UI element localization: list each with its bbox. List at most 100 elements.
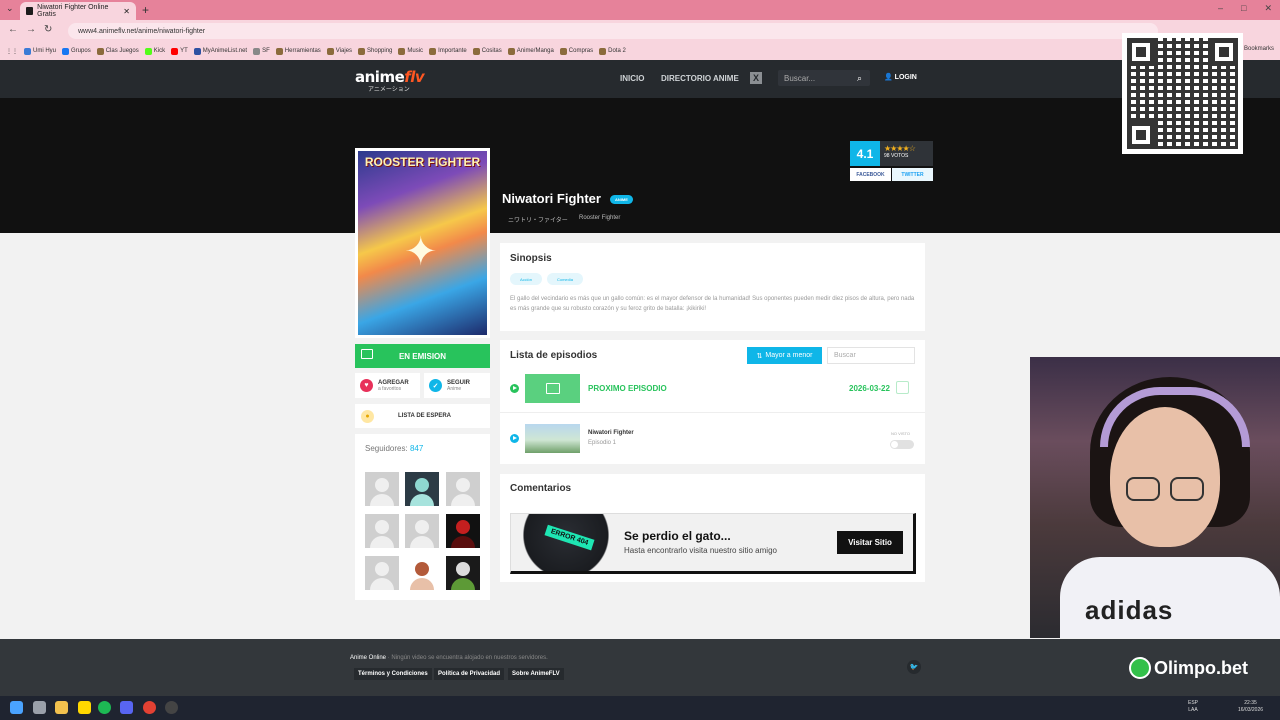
follower-avatar[interactable] xyxy=(405,514,439,548)
bookmark-item[interactable]: Cositas xyxy=(472,47,502,55)
back-icon[interactable]: ← xyxy=(8,24,18,35)
x-social-icon[interactable]: X xyxy=(750,72,762,84)
nav-inicio[interactable]: INICIO xyxy=(620,74,644,83)
new-tab-icon[interactable]: + xyxy=(142,3,149,17)
forward-icon[interactable]: → xyxy=(26,24,36,35)
share-facebook-button[interactable]: FACEBOOK xyxy=(850,168,891,181)
follower-avatar[interactable] xyxy=(365,472,399,506)
bookmarks-bar: ⋮⋮ Umi Hyu Grupos Clas Juegos Kick YT My… xyxy=(0,42,1280,60)
image-icon xyxy=(545,383,560,394)
obs-icon[interactable] xyxy=(165,701,178,714)
banner-character xyxy=(511,514,611,571)
browser-tab[interactable]: Niwatori Fighter Online Gratis ✕ xyxy=(20,2,136,20)
follower-avatar[interactable] xyxy=(446,556,480,590)
footer-link-about[interactable]: Sobre AnimeFLV xyxy=(508,668,564,680)
windows-start-icon[interactable] xyxy=(10,701,23,714)
bookmark-item[interactable]: Music xyxy=(398,47,423,55)
footer-text: Anime Online · Ningún video se encuentra… xyxy=(350,655,548,661)
visit-site-button[interactable]: Visitar Sitio xyxy=(837,531,903,554)
language-indicator[interactable]: ESP LAA xyxy=(1188,700,1198,714)
bookmark-item[interactable]: Anime/Manga xyxy=(507,47,554,55)
genre-tag[interactable]: Comedia xyxy=(547,273,583,285)
twitter-icon[interactable]: 🐦 xyxy=(907,660,921,674)
ad-banner[interactable]: ERROR 404 Se perdio el gato... Hasta enc… xyxy=(510,513,916,574)
heart-icon: ♥ xyxy=(360,379,373,392)
bookmark-item[interactable]: MyAnimeList.net xyxy=(193,47,247,55)
anime-poster: ROOSTER FIGHTER ✦ xyxy=(355,148,490,338)
bookmark-item[interactable]: YT xyxy=(171,47,188,55)
follower-avatar[interactable] xyxy=(446,514,480,548)
genre-tag[interactable]: Acción xyxy=(510,273,542,285)
follow-button[interactable]: ✓ SEGUIR Anime xyxy=(424,373,490,398)
maximize-icon[interactable]: □ xyxy=(1241,3,1246,14)
all-bookmarks[interactable]: Bookmarks xyxy=(1244,46,1274,52)
play-icon xyxy=(510,384,519,393)
watched-toggle[interactable] xyxy=(890,440,914,449)
bookmark-item[interactable]: Umi Hyu xyxy=(24,47,56,55)
tab-search-icon[interactable]: ⌄ xyxy=(6,3,14,14)
poster-star-icon: ✦ xyxy=(404,230,438,274)
bookmark-item[interactable]: Viajes xyxy=(326,47,352,55)
bookmark-item[interactable]: Dota 2 xyxy=(599,47,626,55)
settings-icon[interactable] xyxy=(33,701,46,714)
bookmark-item[interactable]: Importante xyxy=(429,47,467,55)
browser-tab-bar xyxy=(0,0,1280,20)
minimize-icon[interactable]: – xyxy=(1218,3,1223,14)
add-favorite-button[interactable]: ♥ AGREGAR a favoritos xyxy=(355,373,420,398)
bookmark-item[interactable]: Compras xyxy=(559,47,593,55)
monitor-icon xyxy=(361,349,373,359)
bookmark-item[interactable]: Shopping xyxy=(358,47,392,55)
login-button[interactable]: 👤 LOGIN xyxy=(884,73,917,81)
watched-status: NO VISTO xyxy=(891,431,911,436)
play-icon[interactable] xyxy=(510,434,519,443)
notes-icon[interactable] xyxy=(78,701,91,714)
close-window-icon[interactable]: ✕ xyxy=(1264,3,1272,14)
followers-label: Seguidores: 847 xyxy=(365,444,424,453)
qr-code xyxy=(1122,33,1243,154)
bookmark-item[interactable]: Herramientas xyxy=(275,47,321,55)
favicon-icon xyxy=(26,7,34,15)
follower-avatar[interactable] xyxy=(405,472,439,506)
follower-avatar[interactable] xyxy=(365,514,399,548)
calendar-icon xyxy=(896,381,909,394)
nav-directorio[interactable]: DIRECTORIO ANIME xyxy=(661,74,739,83)
footer-link-privacy[interactable]: Política de Privacidad xyxy=(434,668,505,680)
sort-icon: ⇅ xyxy=(756,352,763,360)
window-controls: – □ ✕ xyxy=(1218,3,1272,14)
waitlist-button[interactable]: ● LISTA DE ESPERA xyxy=(355,404,490,428)
reload-icon[interactable]: ↻ xyxy=(44,24,52,35)
bookmark-item[interactable]: Grupos xyxy=(62,47,91,55)
url-field[interactable]: www4.animeflv.net/anime/niwatori-fighter xyxy=(68,23,1158,39)
bookmark-item[interactable]: Kick xyxy=(144,47,165,55)
sort-button[interactable]: ⇅ Mayor a menor xyxy=(747,347,822,364)
bookmark-item[interactable]: Clas Juegos xyxy=(96,47,139,55)
follower-avatar[interactable] xyxy=(405,556,439,590)
share-twitter-button[interactable]: TWITTER xyxy=(892,168,933,181)
follower-avatar[interactable] xyxy=(446,472,480,506)
follower-avatar[interactable] xyxy=(365,556,399,590)
chrome-icon[interactable] xyxy=(143,701,156,714)
episode-title[interactable]: Niwatori Fighter xyxy=(588,430,634,436)
banner-title: Se perdio el gato... xyxy=(624,529,731,543)
close-tab-icon[interactable]: ✕ xyxy=(123,7,130,16)
comments-heading: Comentarios xyxy=(510,483,572,494)
webcam-overlay: adidas xyxy=(1030,357,1280,638)
apps-icon[interactable]: ⋮⋮ xyxy=(6,48,18,55)
rating-box: 4.1 ★★★★☆ 98 VOTOS xyxy=(850,141,933,166)
spotify-icon[interactable] xyxy=(98,701,111,714)
synopsis-panel xyxy=(500,243,925,331)
episode-thumbnail[interactable] xyxy=(525,424,580,453)
rating-stars[interactable]: ★★★★☆ xyxy=(884,144,929,153)
footer-link-terms[interactable]: Términos y Condiciones xyxy=(354,668,432,680)
bookmark-item[interactable]: SF xyxy=(253,47,270,55)
status-button: EN EMISION xyxy=(355,344,490,368)
episode-number[interactable]: Episodio 1 xyxy=(588,440,616,446)
folder-icon[interactable] xyxy=(55,701,68,714)
sponsor-logo: Olimpo.bet xyxy=(1129,657,1248,679)
episode-search-input[interactable]: Buscar xyxy=(827,347,915,364)
discord-icon[interactable] xyxy=(120,701,133,714)
olimpo-icon xyxy=(1129,657,1151,679)
alt-title-en: Rooster Fighter xyxy=(579,215,621,221)
clock[interactable]: 22:35 16/03/2026 xyxy=(1238,700,1263,714)
search-icon[interactable]: ⌕ xyxy=(857,73,862,84)
